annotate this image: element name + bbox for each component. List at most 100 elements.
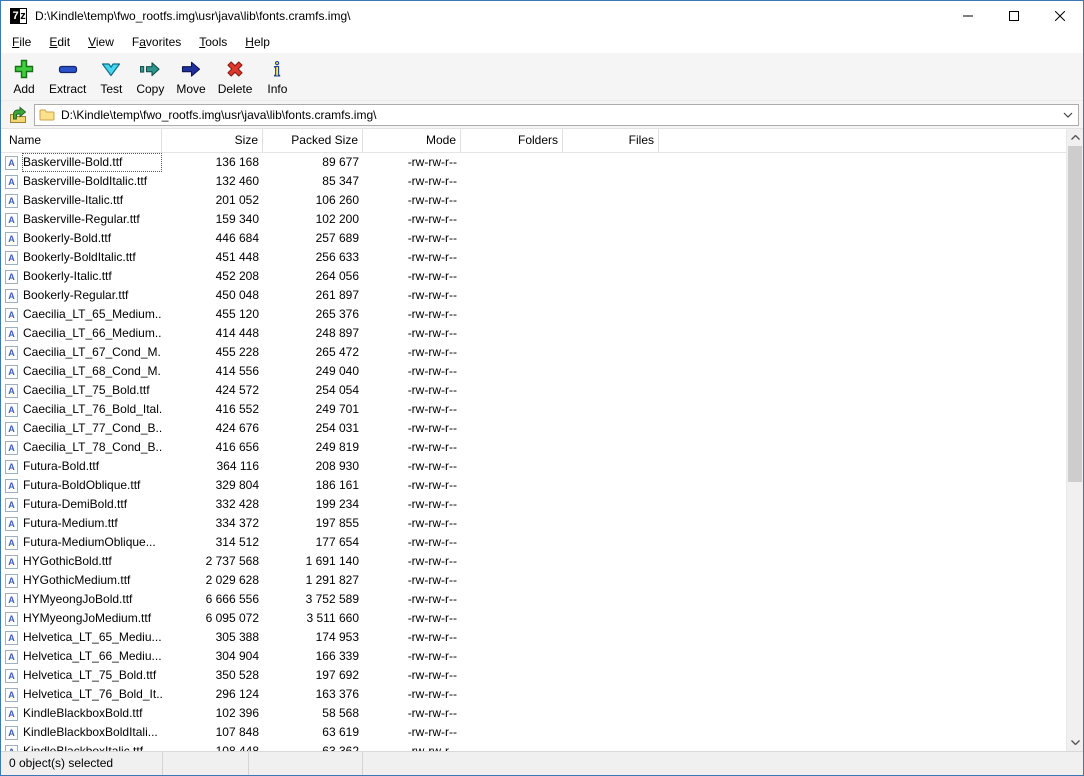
table-row[interactable]: Bookerly-Italic.ttf 452 208 264 056 -rw-… (1, 267, 1066, 286)
test-check-icon (102, 63, 121, 77)
file-mode: -rw-rw-r-- (407, 459, 457, 473)
maximize-button[interactable] (991, 1, 1037, 31)
table-row[interactable]: Baskerville-Italic.ttf 201 052 106 260 -… (1, 191, 1066, 210)
table-row[interactable]: Futura-BoldOblique.ttf 329 804 186 161 -… (1, 476, 1066, 495)
file-mode: -rw-rw-r-- (407, 402, 457, 416)
table-row[interactable]: HYMyeongJoBold.ttf 6 666 556 3 752 589 -… (1, 590, 1066, 609)
file-files (563, 666, 659, 685)
file-size: 364 116 (216, 459, 260, 473)
table-row[interactable]: Helvetica_LT_66_Mediu... 304 904 166 339… (1, 647, 1066, 666)
table-row[interactable]: Futura-Medium.ttf 334 372 197 855 -rw-rw… (1, 514, 1066, 533)
table-row[interactable]: KindleBlackboxBold.ttf 102 396 58 568 -r… (1, 704, 1066, 723)
file-name-cell: Caecilia_LT_67_Cond_M... (1, 343, 162, 362)
file-packed-size: 197 855 (315, 516, 359, 530)
file-packed-size: 163 376 (315, 687, 359, 701)
table-row[interactable]: Caecilia_LT_78_Cond_B... 416 656 249 819… (1, 438, 1066, 457)
column-header-name[interactable]: Name (1, 129, 162, 152)
font-file-icon (5, 288, 18, 303)
column-header-files[interactable]: Files (563, 129, 659, 152)
table-row[interactable]: Caecilia_LT_66_Medium... 414 448 248 897… (1, 324, 1066, 343)
table-row[interactable]: Bookerly-BoldItalic.ttf 451 448 256 633 … (1, 248, 1066, 267)
table-row[interactable]: Baskerville-Regular.ttf 159 340 102 200 … (1, 210, 1066, 229)
table-row[interactable]: Helvetica_LT_65_Mediu... 305 388 174 953… (1, 628, 1066, 647)
table-row[interactable]: HYMyeongJoMedium.ttf 6 095 072 3 511 660… (1, 609, 1066, 628)
table-row[interactable]: KindleBlackboxBoldItali... 107 848 63 61… (1, 723, 1066, 742)
file-size: 132 460 (215, 174, 259, 188)
table-row[interactable]: Baskerville-BoldItalic.ttf 132 460 85 34… (1, 172, 1066, 191)
table-row[interactable]: Futura-Bold.ttf 364 116 208 930 -rw-rw-r… (1, 457, 1066, 476)
close-button[interactable] (1037, 1, 1083, 31)
window-title: D:\Kindle\temp\fwo_rootfs.img\usr\java\l… (35, 9, 351, 23)
status-panel-3 (249, 752, 363, 775)
table-row[interactable]: Caecilia_LT_67_Cond_M... 455 228 265 472… (1, 343, 1066, 362)
font-file-icon (5, 193, 18, 208)
table-row[interactable]: Caecilia_LT_68_Cond_M... 414 556 249 040… (1, 362, 1066, 381)
table-row[interactable]: HYGothicMedium.ttf 2 029 628 1 291 827 -… (1, 571, 1066, 590)
table-row[interactable]: Caecilia_LT_75_Bold.ttf 424 572 254 054 … (1, 381, 1066, 400)
file-files (563, 248, 659, 267)
menu-item[interactable]: File (3, 31, 40, 53)
file-packed-size: 199 234 (315, 497, 359, 511)
menu-item[interactable]: Tools (190, 31, 236, 53)
file-files (563, 742, 659, 751)
file-files (563, 419, 659, 438)
table-row[interactable]: HYGothicBold.ttf 2 737 568 1 691 140 -rw… (1, 552, 1066, 571)
file-size: 424 572 (215, 383, 259, 397)
file-size: 304 904 (215, 649, 259, 663)
menu-item[interactable]: Help (236, 31, 279, 53)
table-row[interactable]: Bookerly-Bold.ttf 446 684 257 689 -rw-rw… (1, 229, 1066, 248)
file-files (563, 552, 659, 571)
table-row[interactable]: Helvetica_LT_76_Bold_It... 296 124 163 3… (1, 685, 1066, 704)
copy-button[interactable]: Copy (130, 55, 170, 97)
file-mode: -rw-rw-r-- (407, 269, 457, 283)
column-header-packed-size[interactable]: Packed Size (263, 129, 363, 152)
table-row[interactable]: Caecilia_LT_77_Cond_B... 424 676 254 031… (1, 419, 1066, 438)
file-packed-size: 264 056 (315, 269, 359, 283)
column-header-folders[interactable]: Folders (461, 129, 563, 152)
table-row[interactable]: Futura-DemiBold.ttf 332 428 199 234 -rw-… (1, 495, 1066, 514)
column-header-mode[interactable]: Mode (363, 129, 461, 152)
table-row[interactable]: KindleBlackboxItalic.ttf 108 448 63 362 … (1, 742, 1066, 751)
file-name-cell: KindleBlackboxBoldItali... (1, 723, 162, 742)
file-mode: -rw-rw-r-- (407, 345, 457, 359)
file-size: 329 804 (215, 478, 259, 492)
file-folders (461, 267, 563, 286)
delete-x-icon (227, 61, 243, 77)
vertical-scrollbar[interactable] (1066, 129, 1083, 751)
file-name: HYMyeongJoBold.ttf (23, 592, 133, 606)
chevron-up-icon (1070, 135, 1080, 140)
file-mode: -rw-rw-r-- (407, 630, 457, 644)
delete-button[interactable]: Delete (212, 55, 259, 97)
table-row[interactable]: Caecilia_LT_76_Bold_Ital... 416 552 249 … (1, 400, 1066, 419)
table-row[interactable]: Futura-MediumOblique... 314 512 177 654 … (1, 533, 1066, 552)
address-dropdown-button[interactable] (1060, 112, 1076, 118)
scrollbar-thumb[interactable] (1068, 146, 1082, 482)
file-files (563, 514, 659, 533)
add-button[interactable]: Add (5, 55, 43, 97)
menubar: File Edit View Favorites Tools Help (1, 31, 1083, 53)
menu-item[interactable]: Favorites (123, 31, 190, 53)
parent-folder-button[interactable] (5, 103, 31, 127)
table-row[interactable]: Helvetica_LT_75_Bold.ttf 350 528 197 692… (1, 666, 1066, 685)
test-button[interactable]: Test (92, 55, 130, 97)
info-button[interactable]: i Info (258, 55, 296, 97)
scroll-up-button[interactable] (1067, 129, 1083, 146)
address-bar: D:\Kindle\temp\fwo_rootfs.img\usr\java\l… (1, 101, 1083, 129)
table-row[interactable]: Bookerly-Regular.ttf 450 048 261 897 -rw… (1, 286, 1066, 305)
file-name-cell: Helvetica_LT_66_Mediu... (1, 647, 162, 666)
scroll-down-button[interactable] (1067, 734, 1083, 751)
menu-item[interactable]: Edit (40, 31, 79, 53)
file-mode: -rw-rw-r-- (407, 706, 457, 720)
minimize-button[interactable] (945, 1, 991, 31)
table-row[interactable]: Baskerville-Bold.ttf 136 168 89 677 -rw-… (1, 153, 1066, 172)
file-files (563, 153, 659, 172)
file-size: 334 372 (215, 516, 259, 530)
column-header-size[interactable]: Size (162, 129, 263, 152)
menu-item[interactable]: View (79, 31, 123, 53)
table-row[interactable]: Caecilia_LT_65_Medium... 455 120 265 376… (1, 305, 1066, 324)
file-name: Bookerly-Regular.ttf (23, 288, 129, 302)
file-name-cell: HYMyeongJoBold.ttf (1, 590, 162, 609)
extract-button[interactable]: Extract (43, 55, 92, 97)
address-combobox[interactable]: D:\Kindle\temp\fwo_rootfs.img\usr\java\l… (34, 103, 1079, 126)
move-button[interactable]: Move (170, 55, 211, 97)
